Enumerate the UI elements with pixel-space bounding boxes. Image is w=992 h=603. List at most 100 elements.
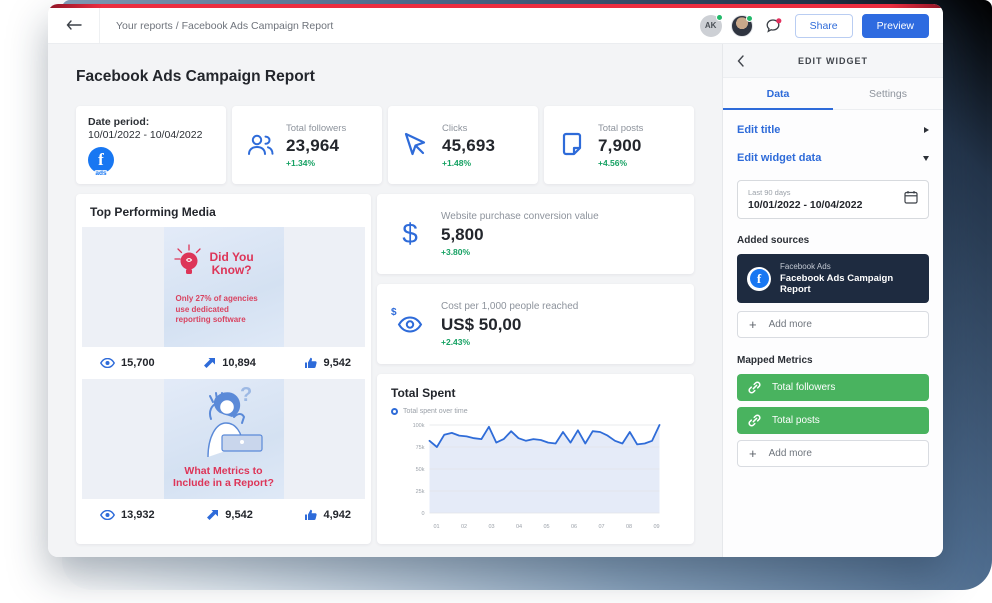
media-body-line: use dedicated	[176, 305, 276, 316]
media-column: Top Performing Media Did You	[76, 194, 371, 544]
kpi-label: Total followers	[286, 123, 346, 134]
dollar-glyph: $	[402, 218, 418, 250]
source-name: Facebook Ads Campaign Report	[780, 273, 919, 295]
edit-title-row[interactable]: Edit title	[737, 124, 929, 136]
svg-text:08: 08	[626, 524, 632, 530]
media-body-line: Only 27% of agencies	[176, 294, 276, 305]
source-facebook-ads[interactable]: f Facebook Ads Facebook Ads Campaign Rep…	[737, 254, 929, 303]
media-image-did-you-know[interactable]: Did You Know? Only 27% of agencies use d…	[164, 227, 284, 347]
edit-title-link[interactable]: Edit title	[737, 124, 780, 136]
svg-text:25k: 25k	[416, 489, 425, 495]
dollar-icon: $	[393, 218, 427, 250]
facebook-ads-logo: f ads	[88, 147, 114, 173]
back-arrow-icon	[66, 17, 82, 35]
thumbs-up-icon	[304, 357, 317, 369]
media-caption-line: Know?	[210, 264, 254, 277]
conversion-value-widget[interactable]: $ Website purchase conversion value 5,80…	[377, 194, 694, 274]
page-title: Facebook Ads Campaign Report	[76, 68, 694, 86]
chat-button[interactable]	[762, 14, 786, 38]
total-spent-chart: 025k50k75k100k010203040506070809	[391, 417, 680, 535]
mapped-metric-total-followers[interactable]: Total followers	[737, 374, 929, 401]
total-spent-widget[interactable]: Total Spent Total spent over time 0 25k 50…	[377, 374, 694, 544]
tab-data[interactable]: Data	[723, 78, 833, 109]
collapse-sidebar-button[interactable]	[737, 54, 744, 72]
eye-icon	[100, 510, 115, 520]
calendar-icon	[904, 190, 918, 209]
kpi-delta: +1.34%	[286, 158, 346, 168]
date-period-label: Date period:	[88, 116, 214, 128]
kpi-delta: +4.56%	[598, 158, 643, 168]
media-image-what-metrics[interactable]: ?	[164, 379, 284, 499]
preview-button[interactable]: Preview	[862, 14, 929, 38]
facebook-f-glyph: f	[98, 150, 104, 170]
mapped-metric-label: Total followers	[772, 382, 835, 393]
edit-widget-data-link[interactable]: Edit widget data	[737, 152, 821, 164]
avatar-photo[interactable]	[731, 15, 753, 37]
facebook-ads-badge: ads	[94, 170, 107, 177]
kpi-clicks[interactable]: Clicks 45,693 +1.48%	[388, 106, 538, 184]
top-performing-media-widget[interactable]: Top Performing Media Did You	[76, 194, 371, 544]
widget-columns: Top Performing Media Did You	[76, 194, 694, 544]
online-status-dot	[716, 14, 723, 21]
media-frame: ?	[82, 379, 365, 499]
source-network: Facebook Ads	[780, 262, 919, 271]
date-preset-label: Last 90 days	[748, 188, 862, 197]
metric-label: Website purchase conversion value	[441, 211, 599, 222]
dollar-glyph: $	[391, 307, 397, 318]
kpi-total-posts[interactable]: Total posts 7,900 +4.56%	[544, 106, 694, 184]
back-button[interactable]	[48, 8, 100, 43]
lightbulb-icon	[172, 243, 206, 284]
plus-icon: +	[749, 318, 757, 331]
media-stats-row: 13,932 9,542 4,942	[76, 499, 371, 531]
share-arrow-icon	[206, 509, 219, 521]
chart-legend: Total spent over time	[391, 408, 680, 415]
metrics-column: $ Website purchase conversion value 5,80…	[377, 194, 694, 544]
kpi-delta: +1.48%	[442, 158, 495, 168]
svg-text:04: 04	[516, 524, 522, 530]
svg-text:50k: 50k	[416, 467, 425, 473]
tab-settings[interactable]: Settings	[833, 78, 943, 109]
stage: Your reports / Facebook Ads Campaign Rep…	[0, 0, 992, 603]
share-button[interactable]: Share	[795, 14, 853, 38]
shares-value: 10,894	[222, 357, 256, 369]
add-metric-button[interactable]: + Add more	[737, 440, 929, 467]
cost-per-reach-widget[interactable]: $ Cost per 1,000 people reached US$ 50,0…	[377, 284, 694, 364]
svg-text:02: 02	[461, 524, 467, 530]
date-range-picker[interactable]: Last 90 days 10/01/2022 - 10/04/2022	[737, 180, 929, 219]
mapped-metric-total-posts[interactable]: Total posts	[737, 407, 929, 434]
legend-marker-icon	[391, 408, 398, 415]
svg-text:07: 07	[598, 524, 604, 530]
views-value: 13,932	[121, 509, 155, 521]
chart-title: Total Spent	[391, 386, 680, 400]
svg-text:0: 0	[421, 511, 424, 517]
media-body-line: reporting software	[176, 315, 276, 326]
views-stat: 13,932	[100, 509, 155, 521]
top-bar-actions: AK Share Preview	[700, 14, 943, 38]
followers-icon	[244, 133, 276, 157]
legend-label: Total spent over time	[403, 408, 468, 415]
metric-value: 5,800	[441, 225, 599, 245]
person-illustration: ?	[164, 379, 284, 457]
kpi-label: Clicks	[442, 123, 495, 134]
report-canvas: Facebook Ads Campaign Report Date period…	[48, 44, 722, 557]
edit-widget-data-row[interactable]: Edit widget data	[737, 152, 929, 164]
avatar-initials[interactable]: AK	[700, 15, 722, 37]
online-status-dot	[746, 15, 753, 22]
sidebar-title: EDIT WIDGET	[798, 56, 868, 66]
svg-text:09: 09	[653, 524, 659, 530]
avatar-initials-text: AK	[705, 21, 717, 30]
metric-delta: +2.43%	[441, 337, 578, 347]
thumbs-up-icon	[304, 509, 317, 521]
media-stats-row: 15,700 10,894 9,542	[76, 347, 371, 379]
date-period-widget[interactable]: Date period: 10/01/2022 - 10/04/2022 f a…	[76, 106, 226, 184]
svg-text:03: 03	[488, 524, 494, 530]
media-section-title: Top Performing Media	[76, 194, 371, 227]
kpi-total-followers[interactable]: Total followers 23,964 +1.34%	[232, 106, 382, 184]
metric-value: US$ 50,00	[441, 315, 578, 335]
breadcrumb[interactable]: Your reports / Facebook Ads Campaign Rep…	[116, 20, 333, 32]
add-source-button[interactable]: + Add more	[737, 311, 929, 338]
app-window: Your reports / Facebook Ads Campaign Rep…	[48, 4, 943, 557]
svg-text:75k: 75k	[416, 445, 425, 451]
cursor-click-icon	[400, 132, 432, 158]
shares-stat: 9,542	[206, 509, 253, 521]
